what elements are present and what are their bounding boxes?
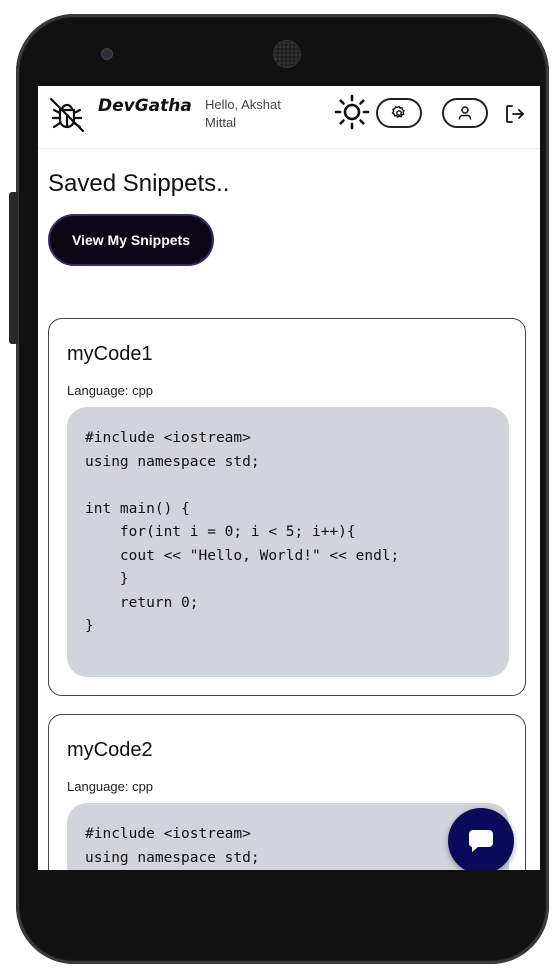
app-screen: DevGatha Hello, Akshat Mittal Saved Snip… [38,86,540,870]
app-header: DevGatha Hello, Akshat Mittal [38,86,540,149]
logout-icon[interactable] [503,102,527,126]
sun-icon[interactable] [334,94,370,130]
brand-name: DevGatha [98,96,192,116]
code-block: #include <iostream> using namespace std; [67,803,509,870]
phone-side-button [9,192,18,344]
snippet-title: myCode2 [67,739,153,761]
view-my-snippets-button[interactable]: View My Snippets [48,214,214,266]
snippet-language: Language: cpp [67,779,154,794]
profile-button[interactable] [442,98,488,128]
front-camera [101,48,113,60]
user-icon [458,106,472,120]
user-greeting: Hello, Akshat Mittal [205,97,281,130]
gear-icon [391,105,405,119]
snippet-card[interactable]: myCode1 Language: cpp #include <iostream… [48,318,526,696]
chat-button[interactable] [448,808,514,870]
code-block: #include <iostream> using namespace std;… [67,407,509,677]
settings-button[interactable] [376,98,422,128]
snippet-language: Language: cpp [67,383,154,398]
bug-off-icon[interactable] [48,96,86,134]
chat-icon [468,830,493,852]
phone-speaker [273,40,301,68]
page-title: Saved Snippets.. [48,170,230,197]
snippet-title: myCode1 [67,343,153,365]
